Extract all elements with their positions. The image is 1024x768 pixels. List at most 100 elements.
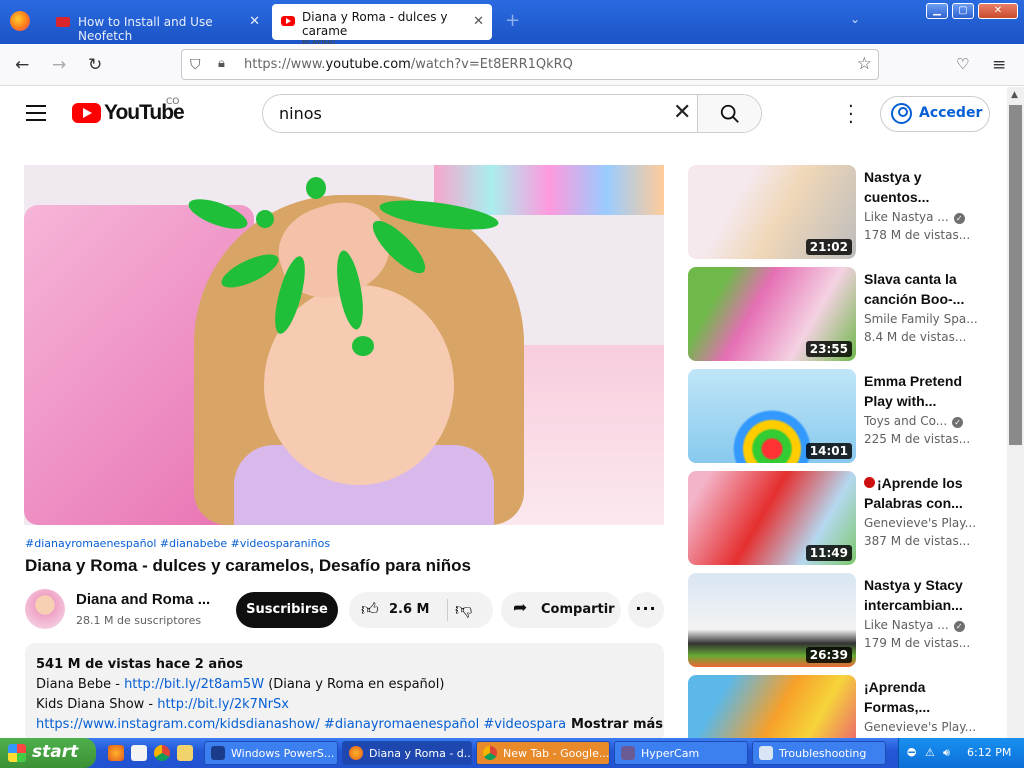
taskbar-item[interactable]: Windows PowerS...	[204, 741, 338, 765]
maximize-button[interactable]: ▢	[952, 3, 974, 19]
close-window-button[interactable]: ✕	[978, 3, 1018, 19]
recommendation-title[interactable]: Nastya y Stacy intercambian...	[864, 575, 974, 615]
url-text[interactable]: https://www.youtube.com/watch?v=Et8ERR1Q…	[244, 57, 573, 72]
recommendation-views: 8.4 M de vistas...	[864, 330, 967, 344]
description-link[interactable]: http://bit.ly/2t8am5W	[124, 677, 264, 692]
share-arrow-icon: ➦	[513, 598, 528, 618]
recommendation-title[interactable]: Nastya y cuentos...	[864, 167, 974, 207]
taskbar-item[interactable]: HyperCam	[614, 741, 748, 765]
start-label: start	[32, 742, 79, 762]
document-quicklaunch-icon[interactable]	[131, 745, 147, 761]
bookmark-star-icon[interactable]: ☆	[857, 54, 872, 74]
tab-close-icon[interactable]: ✕	[473, 14, 484, 29]
volume-icon[interactable]: 🔊︎	[943, 746, 950, 760]
recommendation-item[interactable]: 23:55 Slava canta la canción Boo-... Smi…	[688, 267, 1000, 363]
search-button[interactable]	[697, 95, 761, 132]
tab-neofetch[interactable]: How to Install and Use Neofetch ✕	[46, 4, 268, 43]
app-menu-icon[interactable]: ≡	[992, 55, 1006, 75]
recommendation-item[interactable]: ¡Aprenda Formas,... Genevieve's Play...	[688, 675, 1000, 738]
recommendation-item[interactable]: 26:39 Nastya y Stacy intercambian... Lik…	[688, 573, 1000, 669]
tab-diana-roma[interactable]: Diana y Roma - dulces y carame PLAYING ✕	[272, 4, 492, 48]
list-tabs-chevron-icon[interactable]: ⌄	[850, 12, 860, 26]
taskbar-item[interactable]: New Tab - Google...	[476, 741, 610, 765]
recommendation-channel[interactable]: Toys and Co... ✓	[864, 414, 964, 428]
search-box[interactable]: ninos ✕	[262, 94, 762, 133]
recommendation-title[interactable]: ¡Aprenda Formas,...	[864, 677, 974, 717]
sign-in-button[interactable]: Acceder	[880, 96, 990, 132]
recommendation-channel[interactable]: Smile Family Spa...	[864, 312, 978, 326]
recommendation-title[interactable]: ¡Aprende los Palabras con...	[864, 473, 974, 513]
recommendation-channel[interactable]: Like Nastya ... ✓	[864, 618, 965, 632]
hypercam-icon	[621, 746, 635, 760]
recommendation-title[interactable]: Slava canta la canción Boo-...	[864, 269, 974, 309]
chrome-quicklaunch-icon[interactable]	[154, 745, 170, 761]
back-arrow-icon[interactable]: ←	[15, 55, 29, 75]
video-thumbnail[interactable]: 11:49	[688, 471, 856, 565]
youtube-header: YouTube CO ninos ✕ · · · Acceder	[0, 87, 1007, 141]
video-hashtags[interactable]: #dianayromaenespañol #dianabebe #videosp…	[25, 537, 330, 550]
country-code: CO	[166, 97, 180, 107]
video-thumbnail[interactable]	[688, 675, 856, 738]
recommendation-item[interactable]: 14:01 Emma Pretend Play with... Toys and…	[688, 369, 1000, 465]
scrollbar-thumb[interactable]	[1009, 105, 1022, 445]
scroll-up-icon[interactable]: ▲	[1011, 90, 1018, 100]
show-more-button[interactable]: Mostrar más	[567, 715, 663, 735]
red-circle-icon	[864, 477, 875, 488]
video-thumbnail[interactable]: 21:02	[688, 165, 856, 259]
search-input[interactable]: ninos	[279, 104, 322, 123]
reload-icon[interactable]: ↻	[88, 55, 102, 75]
video-player[interactable]	[24, 165, 664, 525]
tab-close-icon[interactable]: ✕	[249, 14, 260, 29]
chrome-icon	[483, 746, 497, 760]
like-thumb-icon[interactable]: 👍︎	[361, 599, 379, 620]
folder-quicklaunch-icon[interactable]	[177, 745, 193, 761]
description-link[interactable]: http://bit.ly/2k7NrSx	[157, 697, 289, 712]
recommendation-channel[interactable]: Genevieve's Play...	[864, 720, 976, 734]
firefox-quicklaunch-icon[interactable]	[108, 745, 124, 761]
description-link[interactable]: https://www.instagram.com/kidsdianashow/…	[36, 717, 566, 732]
taskbar-item[interactable]: Diana y Roma - d...	[342, 741, 472, 765]
tracking-shield-icon[interactable]: ⛉	[190, 57, 201, 73]
browser-tab-bar: How to Install and Use Neofetch ✕ Diana …	[0, 0, 1024, 48]
dislike-thumb-icon[interactable]: 👎︎	[455, 599, 472, 620]
description-line: https://www.instagram.com/kidsdianashow/…	[36, 715, 566, 735]
address-bar[interactable]: ⛉ 🔒︎ https://www.youtube.com/watch?v=Et8…	[181, 49, 879, 80]
like-count[interactable]: 2.6 M	[389, 602, 430, 617]
like-dislike-group: 👍︎ 2.6 M 👎︎	[349, 592, 493, 628]
share-button[interactable]: ➦ Compartir	[501, 592, 621, 628]
channel-name[interactable]: Diana and Roma ...	[76, 591, 210, 608]
search-icon	[720, 104, 739, 123]
duration-badge: 23:55	[805, 341, 852, 357]
video-thumbnail[interactable]: 23:55	[688, 267, 856, 361]
subscribe-button[interactable]: Suscribirse	[236, 592, 338, 628]
minimize-button[interactable]: ▁	[926, 3, 948, 19]
video-thumbnail[interactable]: 14:01	[688, 369, 856, 463]
recommendation-item[interactable]: 11:49 ¡Aprende los Palabras con... Genev…	[688, 471, 1000, 567]
hamburger-menu-icon[interactable]	[26, 105, 46, 126]
firefox-logo-icon[interactable]	[10, 11, 30, 31]
network-icon[interactable]: ⛔︎	[907, 746, 916, 760]
security-icon[interactable]: ⚠︎	[925, 746, 935, 759]
forward-arrow-icon[interactable]: →	[52, 55, 66, 75]
video-description[interactable]: 541 M de vistas hace 2 años Diana Bebe -…	[25, 643, 664, 743]
more-actions-button[interactable]: ···	[628, 592, 664, 628]
taskbar-item[interactable]: Troubleshooting	[752, 741, 886, 765]
clock[interactable]: 6:12 PM	[967, 746, 1011, 759]
description-line: Diana Bebe - http://bit.ly/2t8am5W (Dian…	[36, 677, 445, 692]
new-tab-button[interactable]: +	[505, 10, 520, 31]
settings-kebab-icon[interactable]: · · ·	[848, 98, 854, 132]
pocket-icon[interactable]: ♡	[956, 55, 969, 73]
lock-icon[interactable]: 🔒︎	[218, 56, 225, 71]
divider	[447, 599, 448, 621]
recommendation-title[interactable]: Emma Pretend Play with...	[864, 371, 974, 411]
clear-search-icon[interactable]: ✕	[673, 100, 691, 125]
recommendation-channel[interactable]: Genevieve's Play...	[864, 516, 976, 530]
start-button[interactable]: start	[0, 738, 96, 768]
recommendation-item[interactable]: 21:02 Nastya y cuentos... Like Nastya ..…	[688, 165, 1000, 261]
channel-avatar[interactable]	[25, 589, 65, 629]
share-label: Compartir	[541, 602, 615, 617]
page-scrollbar[interactable]: ▲	[1007, 87, 1024, 738]
recommendation-channel[interactable]: Like Nastya ... ✓	[864, 210, 965, 224]
view-stats: 541 M de vistas hace 2 años	[36, 657, 244, 672]
video-thumbnail[interactable]: 26:39	[688, 573, 856, 667]
